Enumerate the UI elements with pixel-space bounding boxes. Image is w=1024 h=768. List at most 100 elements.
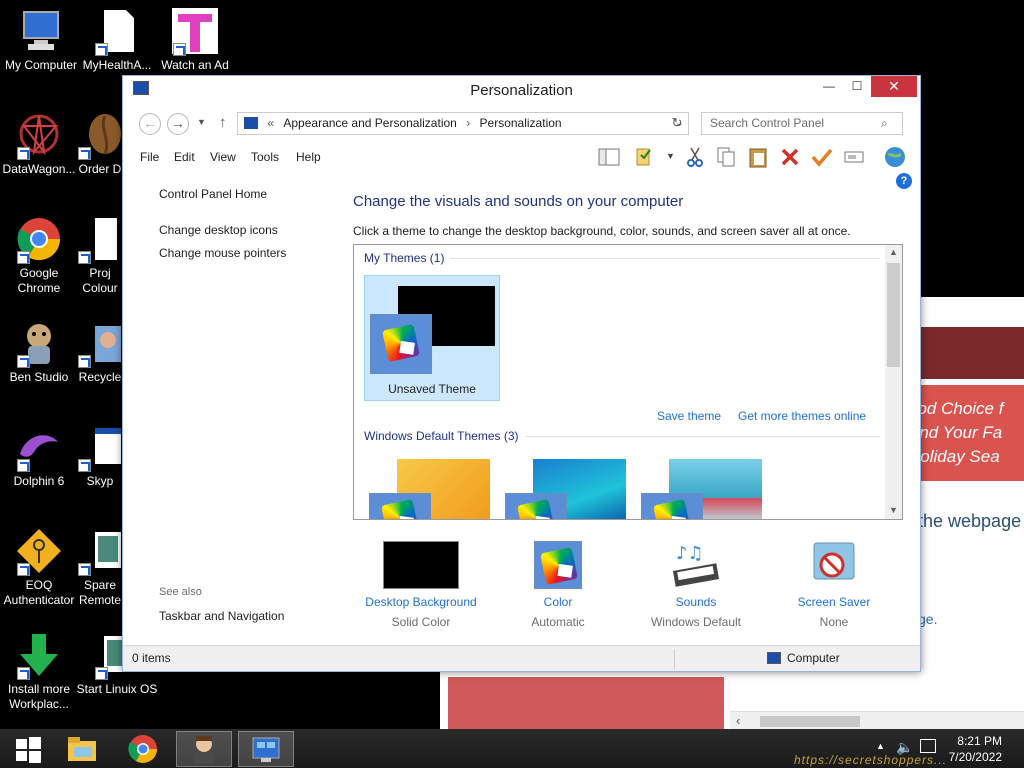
properties-icon[interactable] xyxy=(633,145,657,169)
desktop-icon-proj-colour[interactable]: Proj Colour xyxy=(76,216,124,296)
red-content-block xyxy=(448,677,724,730)
window-title: Personalization xyxy=(470,82,573,99)
windows-logo-icon xyxy=(16,737,41,763)
desktop-icon-eoq-authenticator[interactable]: EOQ Authenticator xyxy=(0,528,80,608)
close-button[interactable]: ✕ xyxy=(871,76,917,97)
desktop-icon-spare-remote[interactable]: Spare Remote xyxy=(76,528,124,608)
desktop-background-link[interactable]: Desktop Background xyxy=(356,595,486,609)
copy-icon[interactable] xyxy=(714,145,738,169)
forward-arrow-icon[interactable]: → xyxy=(167,113,189,135)
scroll-thumb[interactable] xyxy=(887,263,900,367)
theme-windows[interactable] xyxy=(368,459,490,519)
taskbar-file-explorer[interactable] xyxy=(54,731,110,767)
scroll-left-icon[interactable]: ‹ xyxy=(736,713,740,728)
desktop-icon-google-chrome[interactable]: Google Chrome xyxy=(0,216,80,296)
title-bar[interactable]: Personalization — ☐ ✕ xyxy=(123,76,920,104)
view-dropdown-icon[interactable]: ▼ xyxy=(666,151,675,161)
theme-windows-color xyxy=(369,493,431,519)
address-bar[interactable]: « Appearance and Personalization › Perso… xyxy=(237,112,689,135)
scroll-thumb[interactable] xyxy=(760,716,860,727)
globe-icon[interactable] xyxy=(883,145,907,169)
desktop-icon-skype[interactable]: Skyp xyxy=(76,424,124,489)
address-overflow[interactable]: « xyxy=(267,116,274,130)
minimize-button[interactable]: — xyxy=(815,76,843,97)
screen-saver-item[interactable]: Screen Saver None xyxy=(769,541,899,629)
search-icon[interactable]: ⌕ xyxy=(881,116,888,131)
datawagon-icon xyxy=(16,112,62,160)
theme-flowers-color xyxy=(641,493,703,519)
checkmark-icon[interactable] xyxy=(810,145,834,169)
see-also-label: See also xyxy=(159,586,202,598)
color-palette-icon xyxy=(540,547,578,585)
sidebar-control-panel-home[interactable]: Control Panel Home xyxy=(159,187,267,201)
sounds-item[interactable]: ♪♫ Sounds Windows Default xyxy=(631,541,761,629)
rename-icon[interactable] xyxy=(842,145,866,169)
taskbar-chrome[interactable] xyxy=(115,731,171,767)
get-more-themes-link[interactable]: Get more themes online xyxy=(738,409,866,423)
status-divider xyxy=(674,649,675,669)
section-divider xyxy=(526,436,880,437)
desktop-icon-install-workplace[interactable]: Install more Workplac... xyxy=(0,632,80,712)
section-divider xyxy=(450,258,880,259)
theme-unsaved[interactable]: Unsaved Theme xyxy=(364,275,500,401)
desktop-background-value: Solid Color xyxy=(391,615,451,629)
theme-list[interactable]: My Themes (1) Unsaved Theme Save theme G… xyxy=(353,244,903,520)
theme-flowers[interactable] xyxy=(640,459,762,519)
control-panel-small-icon xyxy=(244,117,258,129)
paste-icon[interactable] xyxy=(746,145,770,169)
recycle-bin-icon xyxy=(77,320,123,368)
scroll-down-icon[interactable]: ▼ xyxy=(885,505,902,515)
personalization-window[interactable]: Personalization — ☐ ✕ ← → ▼ ↑ « Appearan… xyxy=(122,75,921,672)
horizontal-scrollbar[interactable]: ‹ xyxy=(730,711,1024,730)
preview-pane-icon[interactable] xyxy=(597,145,621,169)
up-arrow-icon[interactable]: ↑ xyxy=(219,114,227,131)
svg-text:♪♫: ♪♫ xyxy=(676,543,704,564)
desktop-icon-datawagon[interactable]: DataWagon... xyxy=(0,112,80,177)
scroll-up-icon[interactable]: ▲ xyxy=(885,247,902,257)
theme-list-scrollbar[interactable]: ▲ ▼ xyxy=(885,245,902,519)
breadcrumb-separator[interactable]: › xyxy=(466,116,470,130)
cut-icon[interactable] xyxy=(683,145,707,169)
maximize-button[interactable]: ☐ xyxy=(843,76,871,97)
delete-icon[interactable] xyxy=(778,145,802,169)
promo-banner[interactable]: ood Choice f And Your Fa Holiday Sea xyxy=(908,385,1024,481)
sidebar: Control Panel Home Change desktop icons … xyxy=(123,173,345,643)
sidebar-taskbar-navigation[interactable]: Taskbar and Navigation xyxy=(159,609,284,623)
breadcrumb-appearance[interactable]: Appearance and Personalization xyxy=(283,116,456,130)
tray-overflow-icon[interactable]: ▲ xyxy=(876,741,885,751)
taskbar-user-app[interactable] xyxy=(176,731,232,767)
color-link[interactable]: Color xyxy=(493,595,623,609)
theme-lines-colors[interactable] xyxy=(504,459,626,519)
save-theme-link[interactable]: Save theme xyxy=(657,409,721,423)
desktop-icon-recycle[interactable]: Recycle xyxy=(76,320,124,385)
menu-help[interactable]: Help xyxy=(296,150,321,164)
desktop-background-icon xyxy=(383,541,459,589)
menu-edit[interactable]: Edit xyxy=(174,150,195,164)
recent-dropdown-icon[interactable]: ▼ xyxy=(197,117,206,127)
control-panel-icon xyxy=(252,737,280,762)
refresh-icon[interactable]: ↻ xyxy=(669,115,685,131)
breadcrumb-personalization[interactable]: Personalization xyxy=(480,116,562,130)
menu-file[interactable]: File xyxy=(140,150,159,164)
search-input[interactable]: Search Control Panel xyxy=(701,112,903,135)
desktop-icon-watch-ad[interactable]: Watch an Ad xyxy=(154,8,236,73)
color-palette-icon xyxy=(653,499,691,519)
desktop-background-item[interactable]: Desktop Background Solid Color xyxy=(356,541,486,629)
menu-tools[interactable]: Tools xyxy=(251,150,279,164)
taskbar-control-panel[interactable] xyxy=(238,731,294,767)
page-heading: Change the visuals and sounds on your co… xyxy=(353,193,684,210)
sidebar-change-mouse-pointers[interactable]: Change mouse pointers xyxy=(159,246,286,260)
color-item[interactable]: Color Automatic xyxy=(493,541,623,629)
menu-view[interactable]: View xyxy=(210,150,236,164)
sounds-link[interactable]: Sounds xyxy=(631,595,761,609)
document-icon xyxy=(94,8,140,56)
desktop-icon-my-computer[interactable]: My Computer xyxy=(0,8,82,73)
desktop-icon-dolphin[interactable]: Dolphin 6 xyxy=(0,424,80,489)
back-arrow-icon[interactable]: ← xyxy=(139,113,161,135)
start-button[interactable] xyxy=(0,731,56,767)
desktop-icon-ben-studio[interactable]: Ben Studio xyxy=(0,320,80,385)
sidebar-change-desktop-icons[interactable]: Change desktop icons xyxy=(159,223,278,237)
screen-saver-link[interactable]: Screen Saver xyxy=(769,595,899,609)
desktop-icon-order[interactable]: Order D xyxy=(76,112,124,177)
desktop-icon-myhealth[interactable]: MyHealthA... xyxy=(76,8,158,73)
